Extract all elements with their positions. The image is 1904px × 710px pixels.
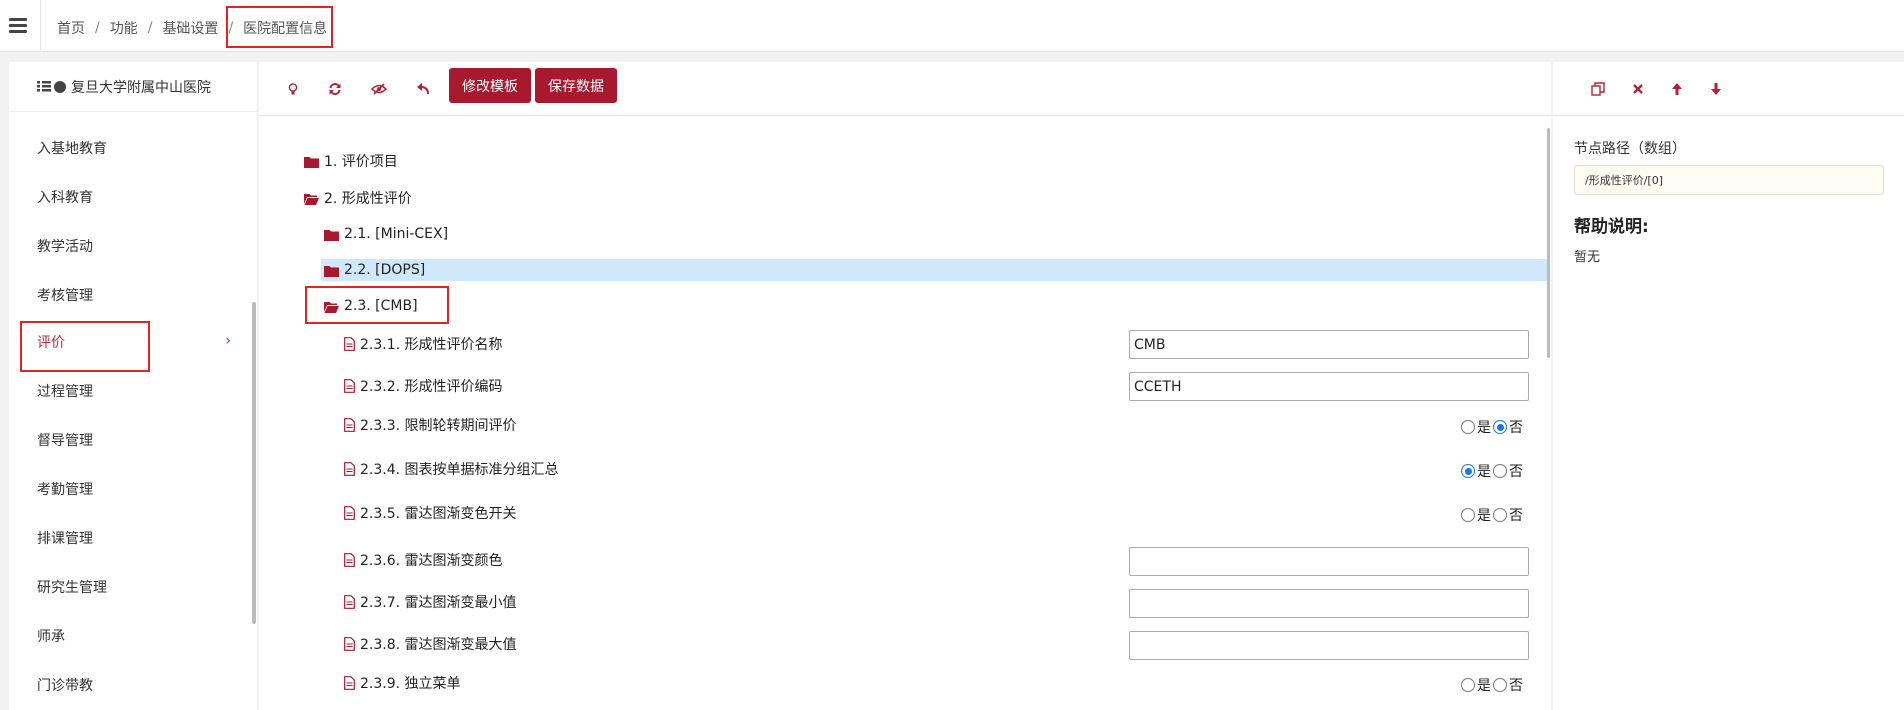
radar-gradient-color-input[interactable]: [1129, 547, 1529, 576]
radio-yes[interactable]: [1461, 464, 1475, 478]
tree-leaf-eval-code: 2.3.2. 形成性评价编码: [344, 375, 503, 397]
folder-icon: [304, 156, 319, 168]
edit-template-button[interactable]: 修改模板: [449, 68, 531, 103]
file-icon: [344, 676, 355, 690]
sidebar-header: 复旦大学附属中山医院: [9, 62, 257, 112]
chevron-right-icon: ›: [225, 333, 231, 349]
radar-gradient-switch-radio-group: 是 否: [1461, 505, 1525, 525]
sidebar-item-graduate[interactable]: 研究生管理: [9, 575, 249, 599]
arrow-down-icon[interactable]: [1705, 78, 1727, 100]
main-scrollbar[interactable]: [1547, 128, 1550, 358]
file-icon: [344, 418, 355, 432]
tree-node-formative[interactable]: 2. 形成性评价: [304, 187, 412, 209]
sidebar-item-process[interactable]: 过程管理: [9, 379, 249, 403]
main-toolbar: 修改模板 保存数据: [259, 62, 1551, 116]
eval-code-input[interactable]: [1129, 372, 1529, 401]
help-title: 帮助说明:: [1574, 217, 1649, 237]
topbar-divider: [40, 0, 41, 52]
radio-yes[interactable]: [1461, 508, 1475, 522]
breadcrumb-separator: /: [95, 20, 100, 36]
radio-no[interactable]: [1493, 508, 1507, 522]
radio-no[interactable]: [1493, 420, 1507, 434]
refresh-icon[interactable]: [324, 78, 346, 100]
hospital-logo-icon: [37, 81, 51, 92]
main-panel: 修改模板 保存数据 1. 评价项目 2. 形成性评价 2.1. [Mini-CE…: [259, 62, 1551, 710]
sidebar-item-supervision[interactable]: 督导管理: [9, 428, 249, 452]
folder-open-icon: [324, 301, 339, 313]
sidebar-item-dept-education[interactable]: 入科教育: [9, 185, 249, 209]
radio-yes[interactable]: [1461, 678, 1475, 692]
breadcrumb-current: 医院配置信息: [243, 21, 328, 37]
sidebar-scrollbar[interactable]: [252, 302, 256, 624]
save-data-button[interactable]: 保存数据: [535, 68, 617, 103]
tree-leaf-chart-grouping: 2.3.4. 图表按单据标准分组汇总: [344, 458, 559, 480]
folder-icon: [324, 229, 339, 241]
radio-yes[interactable]: [1461, 420, 1475, 434]
delete-icon[interactable]: [1627, 78, 1649, 100]
standalone-menu-radio-group: 是 否: [1461, 675, 1525, 695]
undo-icon[interactable]: [412, 78, 434, 100]
file-icon: [344, 506, 355, 520]
file-icon: [344, 462, 355, 476]
chart-grouping-radio-group: 是 否: [1461, 461, 1525, 481]
radar-gradient-min-input[interactable]: [1129, 589, 1529, 618]
tree-leaf-radar-gradient-color: 2.3.6. 雷达图渐变颜色: [344, 549, 503, 571]
tree-node-eval-items[interactable]: 1. 评价项目: [304, 150, 398, 172]
eval-name-input[interactable]: [1129, 330, 1529, 359]
folder-icon: [324, 265, 339, 277]
limit-rotation-radio-group: 是 否: [1461, 417, 1525, 437]
sidebar-item-attendance[interactable]: 考勤管理: [9, 477, 249, 501]
eye-slash-icon[interactable]: [368, 78, 390, 100]
breadcrumb-func[interactable]: 功能: [110, 18, 138, 38]
tree-leaf-radar-gradient-switch: 2.3.5. 雷达图渐变色开关: [344, 502, 517, 524]
copy-icon[interactable]: [1587, 78, 1609, 100]
folder-open-icon: [304, 193, 319, 205]
tree-leaf-radar-gradient-min: 2.3.7. 雷达图渐变最小值: [344, 591, 517, 613]
radar-gradient-max-input[interactable]: [1129, 631, 1529, 660]
breadcrumb: 首页 / 功能 / 基础设置 / 医院配置信息: [57, 18, 327, 38]
top-bar: 首页 / 功能 / 基础设置 / 医院配置信息: [0, 0, 1904, 52]
tree-node-cmb[interactable]: 2.3. [CMB]: [324, 295, 418, 317]
file-icon: [344, 637, 355, 651]
tree-node-dops[interactable]: 2.2. [DOPS]: [321, 259, 1548, 281]
file-icon: [344, 379, 355, 393]
file-icon: [344, 553, 355, 567]
hospital-name: 复旦大学附属中山医院: [71, 79, 211, 96]
sidebar-item-mentorship[interactable]: 师承: [9, 624, 249, 648]
node-path-label: 节点路径（数组）: [1574, 141, 1686, 157]
breadcrumb-separator: /: [228, 20, 234, 36]
tree-leaf-standalone-menu: 2.3.9. 独立菜单: [344, 672, 461, 694]
right-panel: 节点路径（数组） /形成性评价/[0] 帮助说明: 暂无: [1553, 62, 1904, 710]
node-path-field[interactable]: /形成性评价/[0]: [1574, 165, 1884, 195]
hamburger-menu-icon[interactable]: [9, 18, 27, 33]
sidebar-item-base-education[interactable]: 入基地教育: [9, 136, 249, 160]
sidebar-item-teaching-activity[interactable]: 教学活动: [9, 234, 249, 258]
radio-no[interactable]: [1493, 678, 1507, 692]
lightbulb-icon[interactable]: [282, 78, 304, 100]
breadcrumb-basic-settings[interactable]: 基础设置: [162, 18, 218, 38]
sidebar-item-assessment[interactable]: 考核管理: [9, 283, 249, 307]
file-icon: [344, 595, 355, 609]
sidebar-item-evaluation[interactable]: 评价 ›: [9, 330, 249, 354]
file-icon: [344, 337, 355, 351]
radio-no[interactable]: [1493, 464, 1507, 478]
tree-leaf-eval-name: 2.3.1. 形成性评价名称: [344, 333, 503, 355]
sidebar: 复旦大学附属中山医院 入基地教育 入科教育 教学活动 考核管理 评价 › 过程管…: [9, 62, 257, 710]
breadcrumb-separator: /: [147, 20, 153, 36]
tree-node-mini-cex[interactable]: 2.1. [Mini-CEX]: [324, 223, 448, 245]
arrow-up-icon[interactable]: [1666, 78, 1688, 100]
sidebar-item-scheduling[interactable]: 排课管理: [9, 526, 249, 550]
help-text: 暂无: [1574, 250, 1601, 265]
breadcrumb-home[interactable]: 首页: [57, 18, 85, 38]
tree-leaf-radar-gradient-max: 2.3.8. 雷达图渐变最大值: [344, 633, 517, 655]
tree-leaf-limit-rotation: 2.3.3. 限制轮转期间评价: [344, 414, 517, 436]
right-panel-toolbar: [1553, 62, 1904, 116]
sidebar-item-outpatient[interactable]: 门诊带教: [9, 673, 249, 697]
status-dot-icon: [54, 80, 66, 93]
